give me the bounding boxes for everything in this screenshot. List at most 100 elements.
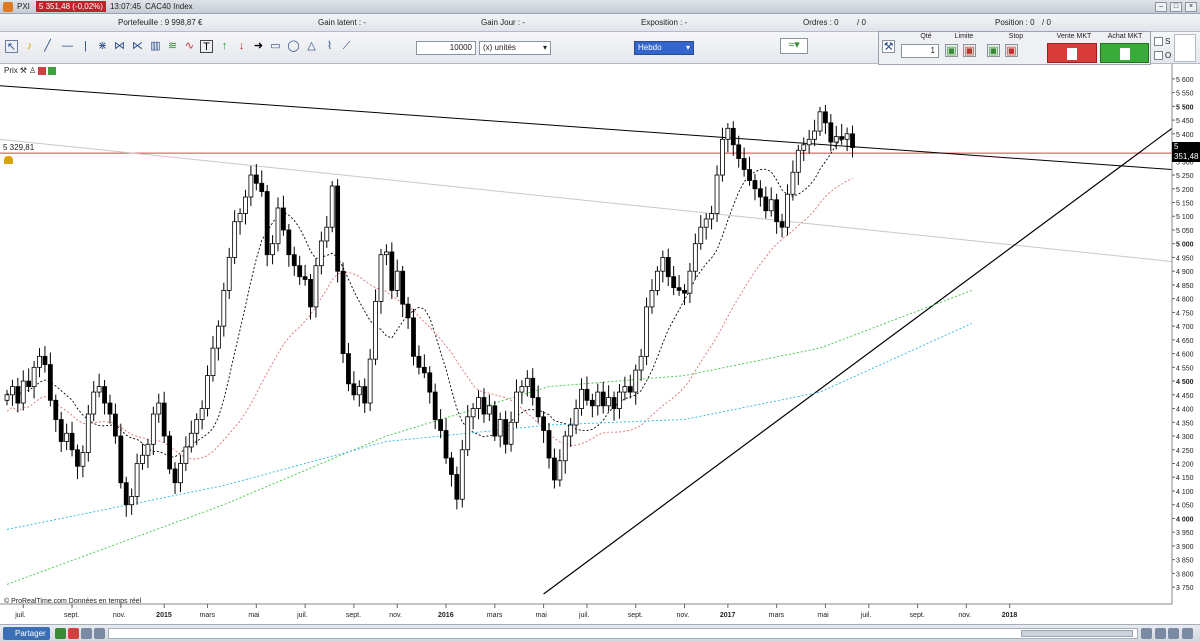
x-tick-label: 2018 [1002,612,1018,619]
limit-sell-icon[interactable]: ▣ [963,44,976,57]
scroll-thumb[interactable] [1021,630,1133,637]
trendline-icon[interactable]: ╱ [41,40,54,53]
sell-market-button[interactable] [1047,43,1097,63]
candle-body [75,449,80,467]
vertical-line-icon[interactable]: | [79,40,92,53]
alert-icon[interactable]: ♙ [29,66,36,75]
pointer-icon[interactable]: ↖ [5,40,18,53]
layout-icon[interactable] [55,628,66,639]
scroll-left-icon[interactable] [94,628,105,639]
chart-canvas[interactable]: 3 750 3 800 3 850 3 900 3 950 4 000 4 050 4 100… [0,64,1200,624]
position-count-b: / 0 [1042,18,1051,27]
price-label: Prix [4,66,18,75]
alert-bell-icon[interactable]: ♪ [23,40,36,53]
period-select[interactable]: Hebdo [634,41,694,55]
orders-count[interactable]: Ordres : 0 [803,18,839,27]
y-tick-label: 5 200 [1176,187,1194,194]
zigzag-icon[interactable]: ∿ [183,40,196,53]
y-tick-label: 5 000 [1176,242,1194,249]
y-tick-label: 3 900 [1176,544,1194,551]
candle-body [378,254,384,302]
channel-icon[interactable]: ⋈ [113,40,126,53]
scroll-right-icon[interactable] [1141,628,1152,639]
zoom-icon[interactable] [68,628,79,639]
alert-bell-icon[interactable] [4,156,13,165]
settings-icon[interactable]: ⚒ [20,66,27,75]
close-icon[interactable]: × [1185,2,1197,12]
fit-icon[interactable] [1182,628,1193,639]
y-tick-label: 5 550 [1176,91,1194,98]
candle-body [421,366,427,374]
order-panel: ⚒ Qté 1 Limite ▣ ▣ Stop ▣ ▣ Vente MKT Ac… [878,31,1151,65]
candle-body [541,416,546,431]
share-button[interactable]: Partager [3,627,50,640]
quantity-input[interactable]: 10000 [416,41,476,55]
source-credit: © ProRealTime.com Données en temps réel [4,598,142,605]
stop-sell-icon[interactable]: ▣ [1005,44,1018,57]
grid-icon[interactable] [81,628,92,639]
stop-buy-icon[interactable]: ▣ [987,44,1000,57]
fibonacci-icon[interactable]: ⋇ [96,40,109,53]
maximize-icon[interactable]: □ [1170,2,1182,12]
grey-line [0,138,1173,263]
ellipse-icon[interactable]: ◯ [287,40,300,53]
candle-body [253,174,259,184]
candle-body [64,432,70,442]
s-label: S [1165,37,1171,46]
rectangle-icon[interactable]: ▭ [269,40,282,53]
limit-buy-icon[interactable]: ▣ [945,44,958,57]
unrealized-gain: Gain latent : - [318,18,367,27]
candle-body [806,138,812,146]
candle-body [736,144,742,159]
wrench-icon[interactable]: ⚒ [882,40,895,53]
candle-body [725,127,731,140]
x-tick-label: mars [200,612,216,619]
zoom-in-icon[interactable] [1168,628,1179,639]
drawn-lines [0,85,1173,595]
s-checkbox[interactable] [1154,37,1163,46]
horizontal-line-icon[interactable]: — [61,40,74,53]
candle-body [91,391,97,415]
minimize-icon[interactable]: – [1155,2,1167,12]
qty-input[interactable]: 1 [901,44,939,58]
pattern-icon[interactable]: ≋ [166,40,179,53]
up-arrow-icon[interactable]: ↑ [218,40,231,53]
x-tick-label: nov. [677,612,690,619]
candle-body [546,430,552,459]
candle-body [600,391,606,407]
remove-icon[interactable] [38,66,47,75]
position-count[interactable]: Position : 0 [995,18,1035,27]
y-tick-label: 5 450 [1176,118,1194,125]
candle-body [281,207,286,231]
candle-body [47,364,53,401]
x-tick-label: juil. [860,612,872,619]
stop-label: Stop [1008,33,1024,40]
measure-icon[interactable]: ⟋ [340,40,353,53]
candle-body [503,419,509,445]
moving-averages [6,134,972,585]
fan-icon[interactable]: ⋉ [131,40,144,53]
candle-body [611,397,617,409]
candle-body [492,405,498,437]
time-axis: juil. sept. nov. 2015 mars mai juil. sept. nov. 2… [0,603,1172,619]
candle-body [107,402,113,415]
unit-select[interactable]: (x) unités [479,41,551,55]
polyline-icon[interactable]: ⌇ [323,40,336,53]
buy-market-button[interactable] [1100,43,1149,63]
right-arrow-icon[interactable]: ➜ [252,40,265,53]
candle-body [302,276,308,280]
down-arrow-icon[interactable]: ↓ [235,40,248,53]
candle-body [400,270,406,305]
zoom-out-icon[interactable] [1155,628,1166,639]
text-icon[interactable]: T [200,40,213,53]
add-icon[interactable] [48,66,57,75]
candle-body [595,391,601,407]
chart-type-icon[interactable]: ≈▾ [780,38,808,54]
time-scrollbar[interactable] [108,628,1138,639]
o-label: O [1165,51,1172,60]
candle-body [665,257,671,278]
o-checkbox[interactable] [1154,51,1163,60]
triangle-icon[interactable]: △ [305,40,318,53]
trash-icon[interactable]: ▥ [149,40,162,53]
price-chart[interactable]: 3 750 3 800 3 850 3 900 3 950 4 000 4 050 4 100… [0,64,1200,624]
